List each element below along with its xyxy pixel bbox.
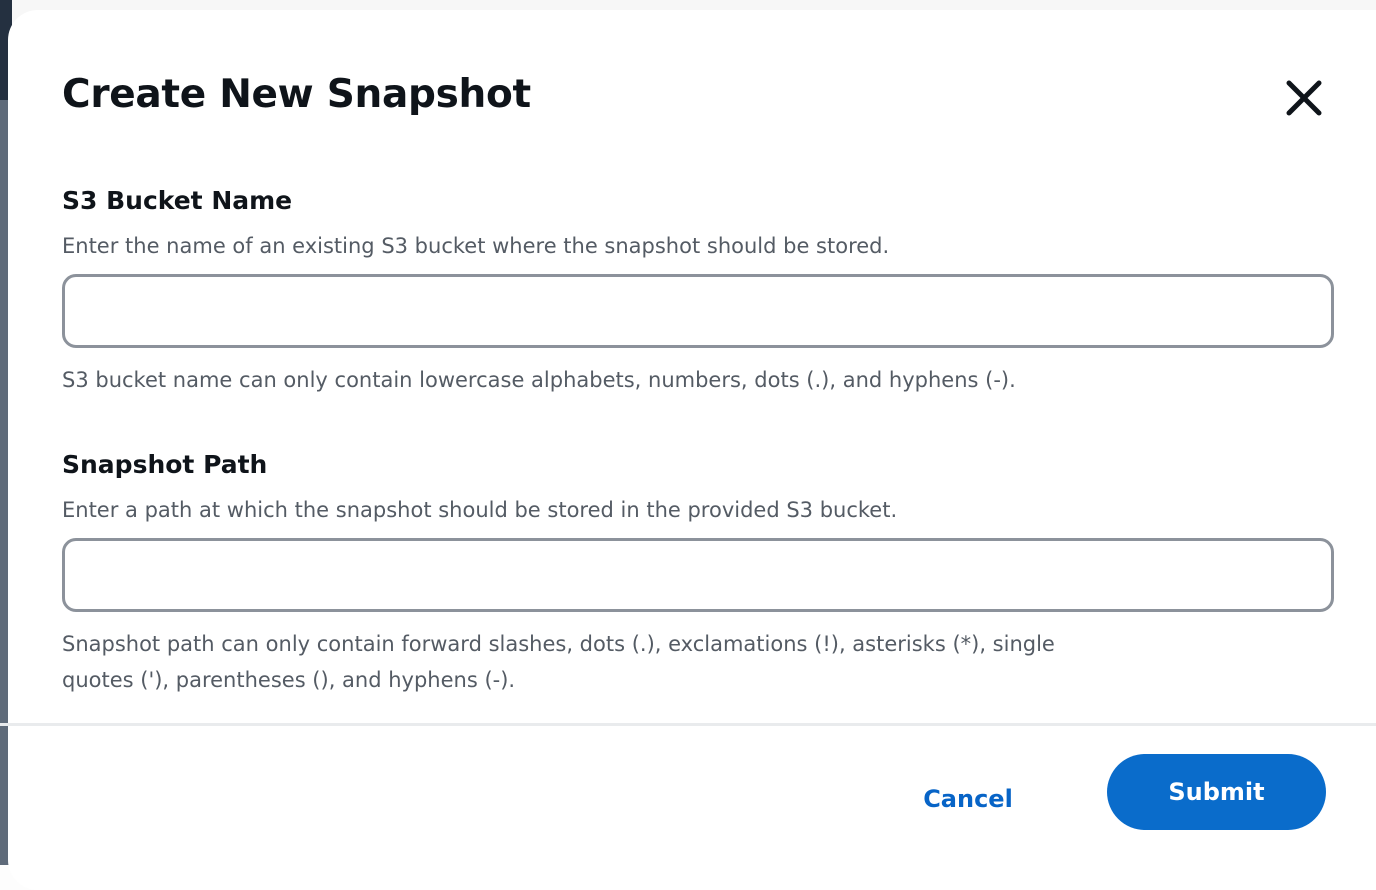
close-button[interactable]	[1278, 72, 1330, 124]
s3-bucket-name-description: Enter the name of an existing S3 bucket …	[62, 234, 890, 258]
footer-divider	[0, 723, 1376, 726]
close-icon	[1286, 80, 1322, 116]
cancel-button[interactable]: Cancel	[908, 765, 1028, 833]
snapshot-path-label: Snapshot Path	[62, 450, 268, 479]
s3-bucket-name-input[interactable]	[62, 274, 1334, 348]
modal-title: Create New Snapshot	[62, 72, 531, 117]
snapshot-path-hint-line-1: Snapshot path can only contain forward s…	[62, 632, 1055, 656]
submit-button[interactable]: Submit	[1107, 754, 1326, 830]
snapshot-path-hint-line-2: quotes ('), parentheses (), and hyphens …	[62, 668, 516, 692]
s3-bucket-name-hint: S3 bucket name can only contain lowercas…	[62, 368, 1016, 392]
s3-bucket-name-label: S3 Bucket Name	[62, 186, 293, 215]
snapshot-path-description: Enter a path at which the snapshot shoul…	[62, 498, 898, 522]
snapshot-path-input[interactable]	[62, 538, 1334, 612]
